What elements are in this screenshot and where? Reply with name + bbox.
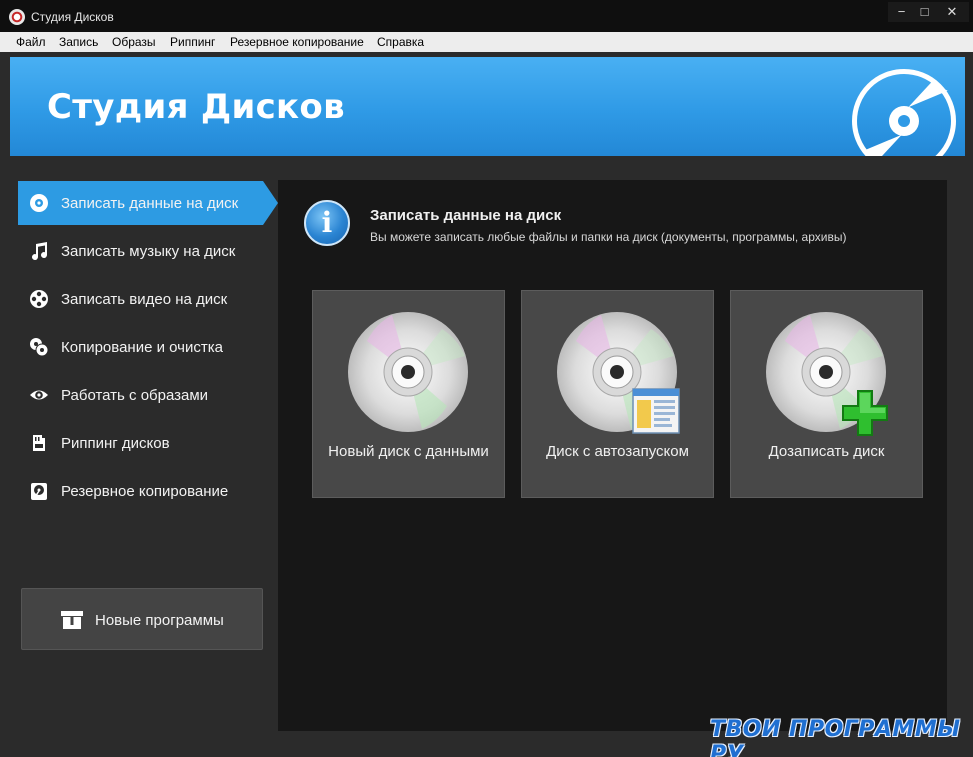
cd-icon: [348, 312, 468, 432]
maximize-button[interactable]: □: [911, 2, 938, 22]
sidebar-item-label: Резервное копирование: [61, 483, 229, 500]
menu-backup[interactable]: Резервное копирование: [230, 35, 364, 49]
menu-record[interactable]: Запись: [59, 35, 98, 49]
green-plus-icon: [842, 390, 888, 436]
sidebar-item-label: Работать с образами: [61, 387, 209, 404]
app-disc-icon: [9, 9, 25, 25]
gift-box-icon: [61, 611, 83, 629]
option-label: Дозаписать диск: [768, 443, 885, 460]
sd-card-icon: [33, 435, 45, 451]
menu-bar: Файл Запись Образы Риппинг Резервное коп…: [0, 32, 973, 52]
backup-disk-icon: [31, 483, 47, 500]
sidebar-item-label: Записать данные на диск: [61, 195, 239, 212]
sidebar-item-copy-erase[interactable]: Копирование и очистка: [18, 325, 278, 369]
menu-file[interactable]: Файл: [16, 35, 46, 49]
sidebar-item-backup[interactable]: Резервное копирование: [18, 469, 278, 513]
autorun-disc-option[interactable]: Диск с автозапуском: [521, 290, 714, 498]
content-panel: i Записать данные на диск Вы можете запи…: [278, 180, 947, 731]
content-title: Записать данные на диск: [370, 207, 562, 224]
menu-ripping[interactable]: Риппинг: [170, 35, 215, 49]
disc-icon: [30, 194, 48, 212]
header-banner: Студия Дисков: [10, 57, 965, 156]
sidebar-item-label: Записать музыку на диск: [61, 243, 236, 260]
menu-help[interactable]: Справка: [377, 35, 424, 49]
option-label: Диск с автозапуском: [546, 443, 689, 460]
content-description: Вы можете записать любые файлы и папки н…: [370, 230, 847, 244]
sidebar-item-ripping[interactable]: Риппинг дисков: [18, 421, 278, 465]
sidebar-item-label: Копирование и очистка: [61, 339, 223, 356]
window-title: Студия Дисков: [31, 10, 114, 24]
sidebar-item-burn-video[interactable]: Записать видео на диск: [18, 277, 278, 321]
menu-images[interactable]: Образы: [112, 35, 156, 49]
autorun-window-icon: [632, 388, 680, 434]
title-bar: Студия Дисков − □ ✕: [0, 0, 973, 32]
info-icon: i: [304, 200, 350, 246]
append-disc-option[interactable]: Дозаписать диск: [730, 290, 923, 498]
new-programs-button[interactable]: Новые программы: [21, 588, 263, 650]
film-reel-icon: [30, 290, 48, 308]
sidebar-item-images[interactable]: Работать с образами: [18, 373, 278, 417]
option-label: Новый диск с данными: [328, 443, 489, 460]
watermark-text: ТВОИ ПРОГРАММЫ РУ: [710, 717, 961, 757]
sidebar-item-label: Записать видео на диск: [61, 291, 228, 308]
sidebar-item-burn-music[interactable]: Записать музыку на диск: [18, 229, 278, 273]
music-note-icon: [32, 242, 48, 261]
disc-logo-icon: [852, 69, 956, 156]
close-button[interactable]: ✕: [935, 2, 969, 22]
copy-discs-icon: [30, 338, 49, 357]
eye-icon: [30, 390, 48, 400]
new-programs-label: Новые программы: [95, 612, 224, 629]
sidebar-item-label: Риппинг дисков: [61, 435, 170, 452]
new-data-disc-option[interactable]: Новый диск с данными: [312, 290, 505, 498]
banner-title: Студия Дисков: [47, 87, 345, 127]
sidebar-item-burn-data[interactable]: Записать данные на диск: [18, 181, 278, 225]
